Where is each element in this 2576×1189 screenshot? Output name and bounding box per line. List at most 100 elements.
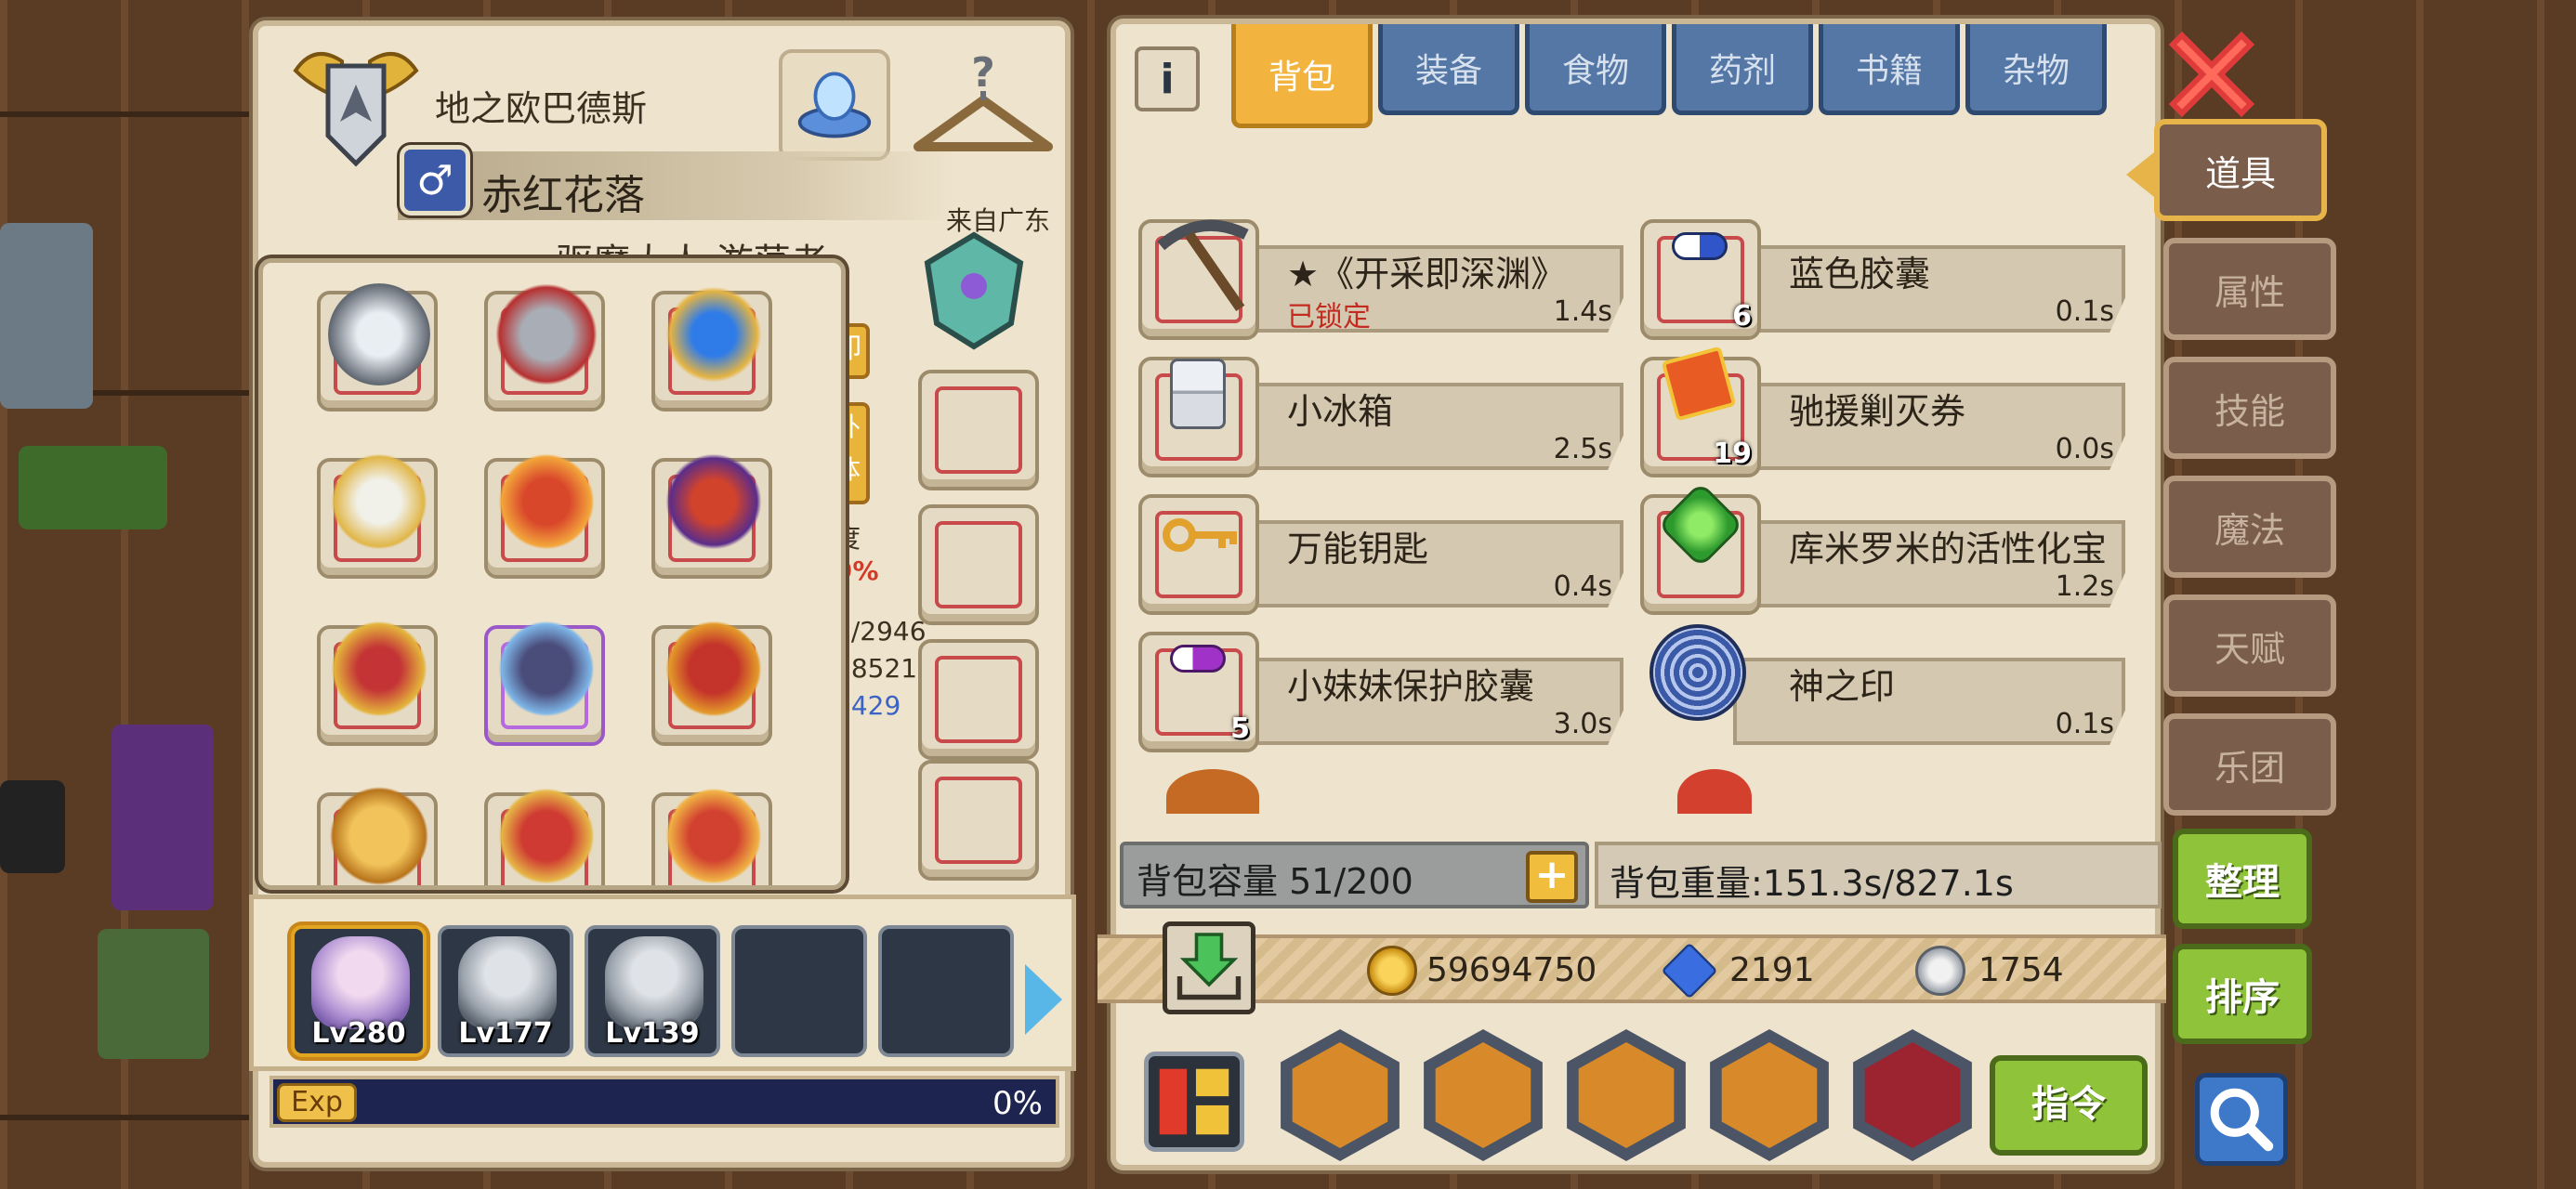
party-member-level: Lv139 bbox=[605, 1017, 700, 1050]
side-tab-band[interactable]: 乐团 bbox=[2163, 713, 2336, 816]
blue-gem-amulet-icon bbox=[663, 283, 765, 385]
key-icon bbox=[1163, 518, 1237, 552]
slash-skill-icon bbox=[1435, 1042, 1531, 1148]
bull-skill-icon bbox=[1578, 1042, 1675, 1148]
side-tab-magic[interactable]: 魔法 bbox=[2163, 476, 2336, 578]
download-button[interactable] bbox=[1163, 921, 1255, 1014]
weight-label: 背包重量:151.3s/827.1s bbox=[1610, 863, 2014, 904]
party-member-level: Lv280 bbox=[311, 1017, 406, 1050]
equip-slot-mask[interactable] bbox=[651, 618, 772, 746]
item-time: 3.0s bbox=[1553, 708, 1612, 740]
inventory-item[interactable]: 5 小妹妹保护胶囊 3.0s bbox=[1138, 632, 1631, 752]
skill-slot-4[interactable] bbox=[1710, 1029, 1829, 1161]
equip-slot-weapon[interactable] bbox=[651, 451, 772, 579]
skill-slot-2[interactable] bbox=[1424, 1029, 1543, 1161]
exp-bar: Exp 0% bbox=[269, 1076, 1059, 1128]
portal-icon bbox=[797, 72, 872, 138]
equip-slot-bracer[interactable] bbox=[484, 785, 605, 885]
item-name: 蓝色胶囊 bbox=[1789, 254, 1931, 294]
character-name: 赤红花落 bbox=[481, 172, 645, 219]
tab-equipment[interactable]: 装备 bbox=[1378, 24, 1519, 115]
partial-item-icon[interactable] bbox=[1677, 769, 1752, 814]
party-next-arrow-icon[interactable] bbox=[1025, 964, 1062, 1035]
floor-plank bbox=[0, 111, 260, 117]
tab-backpack[interactable]: 背包 bbox=[1231, 24, 1373, 128]
equip-slot-headset[interactable] bbox=[317, 283, 438, 412]
expand-capacity-button[interactable]: + bbox=[1526, 851, 1578, 903]
item-name: 神之印 bbox=[1789, 666, 1896, 707]
skill-slot-1[interactable] bbox=[1281, 1029, 1400, 1161]
party-member-slot[interactable]: Lv280 bbox=[291, 925, 427, 1057]
exp-label: Exp bbox=[277, 1083, 357, 1122]
fire-staff-icon bbox=[663, 451, 765, 553]
tab-food[interactable]: 食物 bbox=[1525, 24, 1666, 115]
capacity-label: 背包容量 51/200 bbox=[1137, 861, 1413, 902]
inventory-item[interactable]: 小冰箱 2.5s bbox=[1138, 357, 1631, 477]
diamond-amount: 2191 bbox=[1729, 951, 1815, 989]
party-member-slot[interactable]: Lv139 bbox=[585, 925, 720, 1057]
inventory-item[interactable]: 库米罗米的活性化宝 1.2s bbox=[1640, 481, 2133, 615]
equip-slot-candy[interactable] bbox=[484, 451, 605, 579]
skill-bar: 指令 bbox=[1116, 1018, 2166, 1161]
shuriken-skill-icon bbox=[1721, 1042, 1818, 1148]
party-member-slot-empty[interactable] bbox=[731, 925, 867, 1057]
number-order-button[interactable] bbox=[1144, 1052, 1244, 1152]
demon-mask-icon bbox=[663, 618, 765, 720]
organize-button[interactable]: 整理 bbox=[2173, 829, 2312, 929]
tab-misc[interactable]: 杂物 bbox=[1965, 24, 2107, 115]
equip-slot-belt[interactable] bbox=[918, 504, 1039, 625]
inventory-panel: i 背包 装备 食物 药剂 书籍 杂物 ★《开采即深渊》 已锁定 1.4s 6 bbox=[1097, 19, 2166, 1170]
equip-slot-gauntlet[interactable] bbox=[918, 370, 1039, 490]
command-button[interactable]: 指令 bbox=[1990, 1055, 2148, 1156]
skill-slot-3[interactable] bbox=[1567, 1029, 1686, 1161]
item-name: 小妹妹保护胶囊 bbox=[1287, 666, 1535, 707]
tab-books[interactable]: 书籍 bbox=[1819, 24, 1960, 115]
pickaxe-icon bbox=[1157, 219, 1249, 312]
diamond-icon bbox=[1661, 942, 1718, 1000]
close-icon[interactable] bbox=[2165, 28, 2258, 121]
portal-button[interactable] bbox=[779, 49, 890, 161]
equip-slot-helmet[interactable] bbox=[484, 283, 605, 412]
equip-slot-amulet[interactable] bbox=[651, 283, 772, 412]
flame-glove-icon bbox=[663, 785, 765, 885]
crystal-shield-icon[interactable] bbox=[918, 230, 1030, 351]
item-time: 1.4s bbox=[1553, 295, 1612, 328]
equip-slot-armor[interactable] bbox=[317, 618, 438, 746]
info-button[interactable]: i bbox=[1135, 46, 1200, 111]
side-tab-items[interactable]: 道具 bbox=[2126, 119, 2327, 221]
side-tab-skills[interactable]: 技能 bbox=[2163, 357, 2336, 459]
equip-slot-ring[interactable] bbox=[317, 451, 438, 579]
silver-coin-icon bbox=[1915, 946, 1965, 996]
inventory-item[interactable]: 6 蓝色胶囊 0.1s bbox=[1640, 219, 2133, 340]
inventory-item[interactable]: 神之印 0.1s bbox=[1640, 624, 2133, 752]
skill-slot-5[interactable] bbox=[1853, 1029, 1972, 1161]
stat-value-peek: 58521 bbox=[835, 653, 918, 684]
item-name: 小冰箱 bbox=[1287, 391, 1394, 432]
tab-potions[interactable]: 药剂 bbox=[1672, 24, 1813, 115]
inventory-item[interactable]: 万能钥匙 0.4s bbox=[1138, 494, 1631, 615]
item-time: 0.4s bbox=[1553, 570, 1612, 603]
partial-item-icon[interactable] bbox=[1166, 769, 1259, 814]
sort-button[interactable]: 排序 bbox=[2173, 944, 2312, 1044]
equip-slot-boots[interactable] bbox=[918, 639, 1039, 760]
equip-slot-scroll[interactable] bbox=[317, 785, 438, 885]
backpack-weight: 背包重量:151.3s/827.1s bbox=[1595, 842, 2162, 908]
stat-value-peek: 3/2946 bbox=[835, 616, 927, 647]
party-member-slot-empty[interactable] bbox=[878, 925, 1014, 1057]
party-member-slot[interactable]: Lv177 bbox=[438, 925, 573, 1057]
smoke-skill-icon bbox=[1292, 1042, 1388, 1148]
inventory-item[interactable]: ★《开采即深渊》 已锁定 1.4s bbox=[1138, 219, 1631, 340]
inventory-item[interactable]: 19 驰援剿灭券 0.0s bbox=[1640, 346, 2133, 477]
knight-helmet-icon bbox=[495, 283, 598, 385]
item-name: 驰援剿灭券 bbox=[1789, 391, 1966, 432]
character-avatar bbox=[605, 936, 703, 1029]
equip-slot-glove[interactable] bbox=[651, 785, 772, 885]
side-tab-talent[interactable]: 天赋 bbox=[2163, 594, 2336, 697]
party-bar: Lv280 Lv177 Lv139 bbox=[249, 895, 1076, 1071]
violin-decor bbox=[112, 725, 214, 910]
search-button[interactable] bbox=[2195, 1073, 2288, 1166]
equip-slot-device[interactable] bbox=[918, 760, 1039, 881]
item-time: 0.1s bbox=[2055, 295, 2114, 328]
side-tab-attributes[interactable]: 属性 bbox=[2163, 238, 2336, 340]
equip-slot-crown[interactable] bbox=[484, 618, 605, 746]
